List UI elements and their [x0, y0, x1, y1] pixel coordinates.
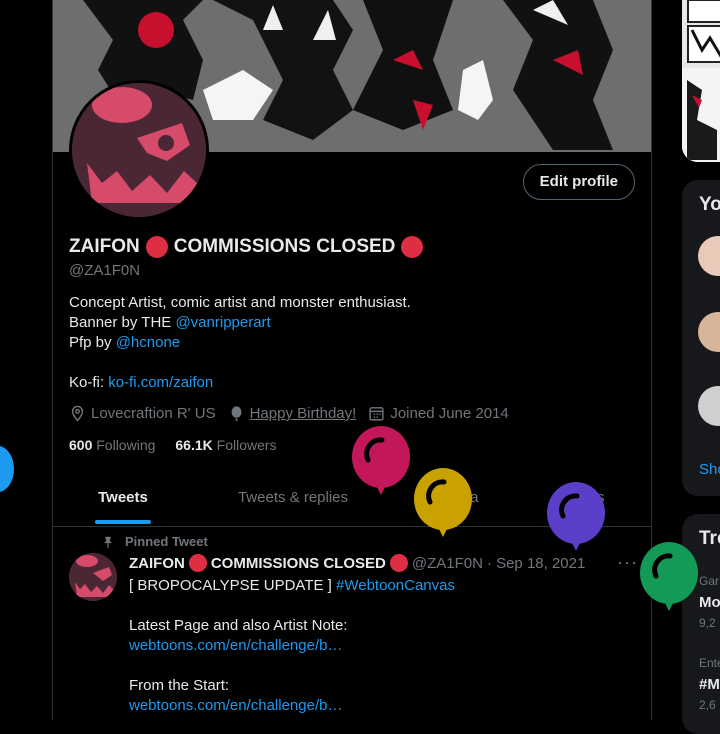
tab-tweets[interactable]: Tweets — [53, 474, 193, 526]
profile-meta: Lovecraftion R' US Happy Birthday! Joine… — [69, 405, 509, 422]
suggested-user-avatar[interactable] — [698, 312, 720, 352]
media-thumbnail — [682, 0, 720, 162]
pinned-text: Pinned Tweet — [125, 534, 208, 549]
birthday-balloon-icon — [547, 482, 605, 551]
more-options-icon[interactable]: ··· — [617, 552, 638, 573]
location-item: Lovecraftion R' US — [69, 405, 216, 422]
who-to-follow-card: Yo Sho — [682, 180, 720, 496]
tweet-author-name[interactable]: ZAIFON — [129, 555, 185, 572]
red-circle-icon — [389, 554, 408, 572]
pinned-label: Pinned Tweet — [101, 534, 208, 549]
pin-icon — [103, 536, 113, 548]
profile-name: ZAIFON — [69, 236, 140, 257]
trend-count: 2,6 — [699, 698, 716, 712]
following-count: 600 — [69, 437, 93, 453]
tweet-line: Latest Page and also Artist Note: — [129, 617, 348, 634]
hashtag-link[interactable]: #WebtoonCanvas — [336, 577, 455, 594]
trend-count: 9,2 — [699, 616, 716, 630]
followers-label: Followers — [216, 437, 277, 453]
tweet-text: [ BROPOCALYPSE UPDATE ] — [129, 577, 336, 594]
tweet-line: From the Start: — [129, 677, 230, 694]
bio-line: Ko-fi: ko-fi.com/zaifon — [69, 373, 411, 393]
balloon-icon — [231, 406, 242, 421]
red-circle-icon — [145, 236, 168, 258]
profile-column: Edit profile ZAIFON COMMISSIONS CLOSED @… — [52, 0, 652, 720]
kofi-link[interactable]: ko-fi.com/zaifon — [108, 374, 213, 391]
tweet-author-suffix: COMMISSIONS CLOSED — [210, 554, 386, 572]
red-circle-icon — [188, 554, 207, 572]
birthday-balloon-icon — [640, 542, 698, 611]
bio-text: Pfp by — [69, 334, 116, 351]
media-preview-image[interactable] — [682, 0, 720, 162]
profile-avatar[interactable] — [69, 80, 209, 220]
birthday-balloon-icon — [414, 468, 472, 537]
profile-display-name: ZAIFON COMMISSIONS CLOSED — [69, 236, 424, 258]
edit-profile-button[interactable]: Edit profile — [522, 164, 635, 200]
bio-text: Ko-fi: — [69, 374, 109, 391]
tweet-line: webtoons.com/en/challenge/b… — [129, 696, 455, 716]
following-label: Following — [96, 437, 156, 453]
bio-line: Banner by THE @vanripperart — [69, 313, 411, 333]
birthday-item[interactable]: Happy Birthday! — [228, 405, 357, 422]
suggested-user-avatar[interactable] — [698, 236, 720, 276]
bio-blank-line — [69, 353, 411, 373]
calendar-icon — [369, 407, 384, 421]
followers-count: 66.1K — [175, 437, 213, 453]
bio-line: Concept Artist, comic artist and monster… — [69, 294, 411, 311]
red-circle-icon — [401, 236, 424, 258]
profile-handle: @ZA1F0N — [69, 262, 141, 279]
following-link[interactable]: 600 Following — [69, 437, 155, 453]
tweet-header: ZAIFON COMMISSIONS CLOSED @ZA1F0N · Sep … — [129, 554, 585, 572]
tweet-compose-button[interactable] — [0, 446, 14, 492]
tweet-line: webtoons.com/en/challenge/b… — [129, 636, 455, 656]
location-pin-icon — [71, 405, 84, 422]
tweet-date[interactable]: · Sep 18, 2021 — [487, 555, 585, 572]
pinned-tweet[interactable]: Pinned Tweet ZAIFON COMMISSIONS CLOSED @… — [53, 526, 651, 720]
follow-stats: 600 Following 66.1K Followers — [69, 437, 277, 453]
tweet-line: [ BROPOCALYPSE UPDATE ] #WebtoonCanvas — [129, 576, 455, 596]
tweet-author-handle: @ZA1F0N — [411, 554, 483, 572]
trend-category: Gar — [699, 574, 720, 588]
location-text: Lovecraftion R' US — [91, 405, 216, 422]
joined-item: Joined June 2014 — [368, 405, 509, 422]
trends-title: Tre — [699, 528, 720, 549]
trend-name[interactable]: Mo — [699, 594, 720, 611]
tweet-avatar[interactable] — [69, 553, 117, 601]
birthday-balloon-icon — [352, 426, 410, 495]
tweet-body: [ BROPOCALYPSE UPDATE ] #WebtoonCanvas L… — [129, 576, 455, 716]
trend-category: Ente — [699, 656, 720, 670]
webtoon-link[interactable]: webtoons.com/en/challenge/b… — [129, 637, 342, 654]
bio-line: Pfp by @hcnone — [69, 333, 411, 353]
who-to-follow-title: Yo — [699, 194, 720, 215]
suggested-user-avatar[interactable] — [698, 386, 720, 426]
birthday-text[interactable]: Happy Birthday! — [250, 405, 357, 422]
trend-name[interactable]: #M — [699, 676, 720, 693]
pfp-artist-link[interactable]: @hcnone — [116, 334, 180, 351]
banner-artist-link[interactable]: @vanripperart — [175, 314, 270, 331]
avatar-monster-image — [72, 83, 206, 217]
followers-link[interactable]: 66.1K Followers — [175, 437, 276, 453]
profile-bio: Concept Artist, comic artist and monster… — [69, 293, 411, 393]
avatar-monster-image — [69, 553, 117, 601]
webtoon-link[interactable]: webtoons.com/en/challenge/b… — [129, 697, 342, 714]
bio-text: Banner by THE — [69, 314, 176, 331]
show-more-link[interactable]: Sho — [699, 461, 720, 478]
joined-text: Joined June 2014 — [390, 405, 509, 422]
profile-name-suffix: COMMISSIONS CLOSED — [173, 236, 396, 257]
active-tab-indicator — [95, 520, 151, 524]
